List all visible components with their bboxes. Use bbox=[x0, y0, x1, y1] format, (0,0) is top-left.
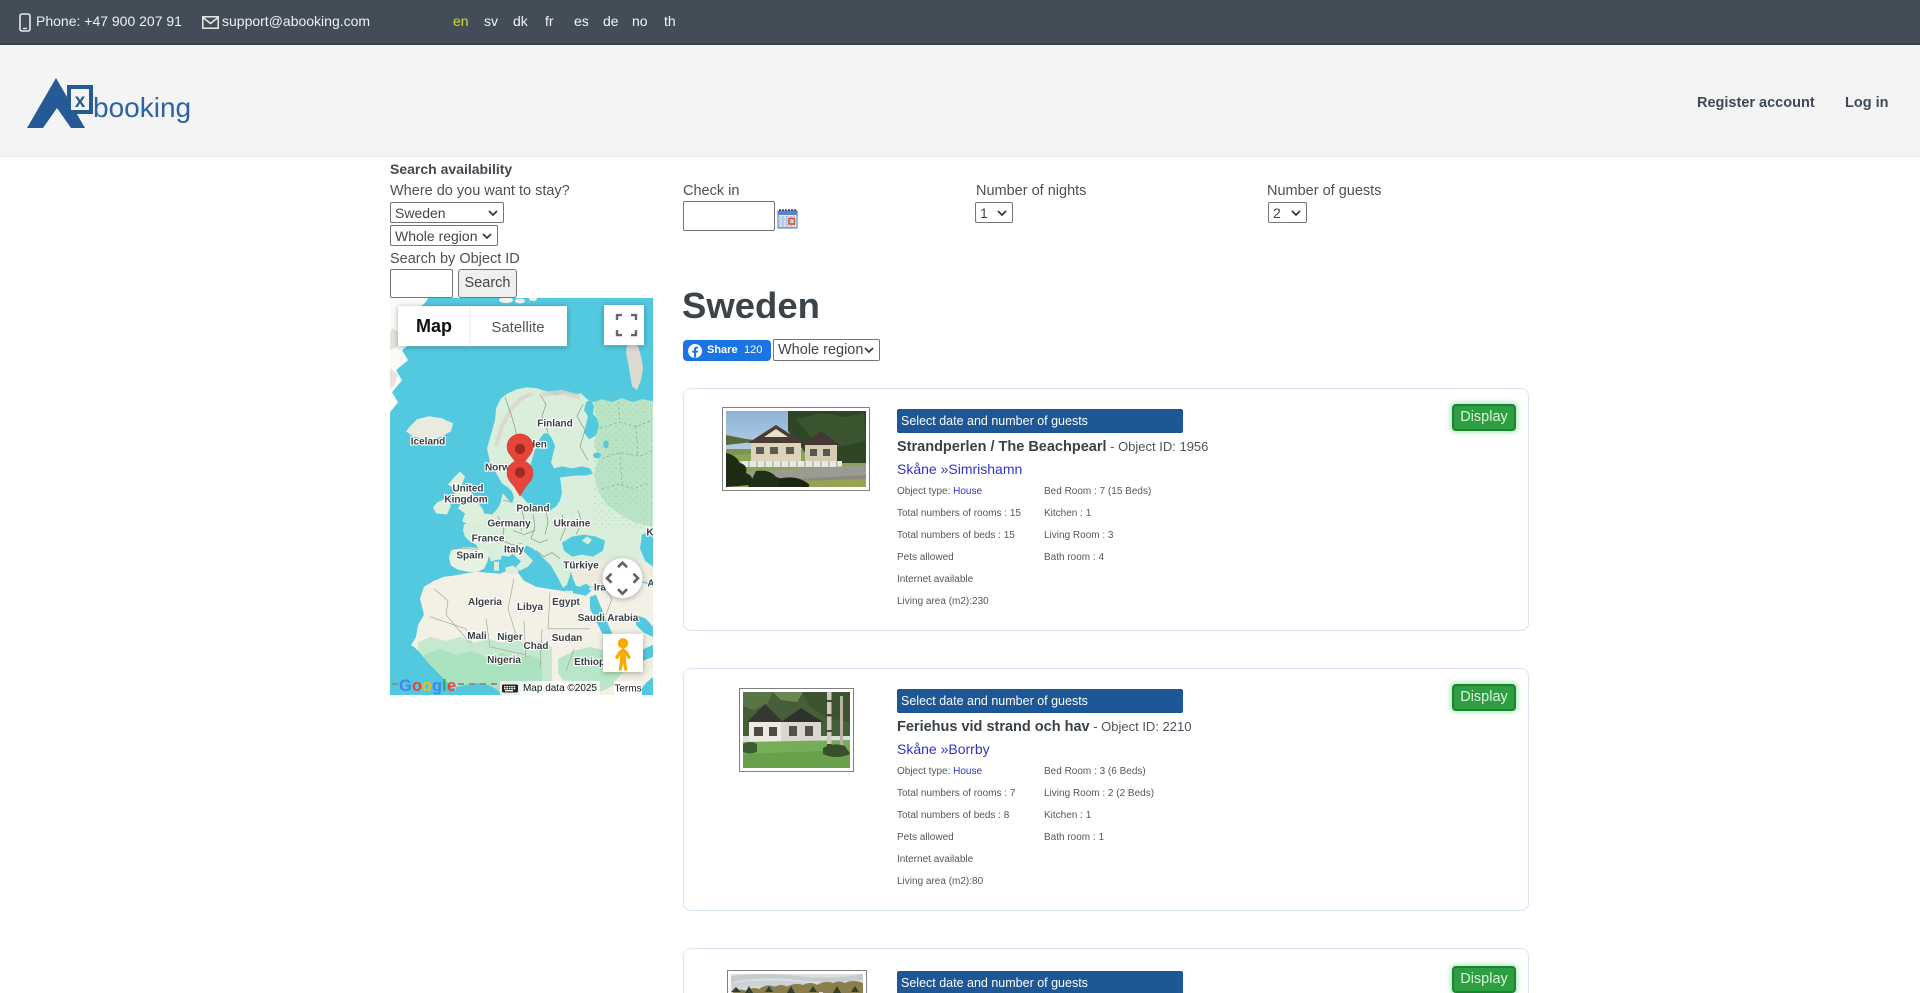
svg-text:Algeria: Algeria bbox=[468, 597, 502, 608]
svg-text:Egypt: Egypt bbox=[552, 597, 580, 608]
svg-text:Kingdom: Kingdom bbox=[444, 495, 487, 506]
svg-text:Iceland: Iceland bbox=[411, 436, 445, 447]
svg-text:Chad: Chad bbox=[524, 641, 549, 652]
svg-text:e: e bbox=[447, 676, 456, 695]
svg-text:A: A bbox=[647, 579, 653, 590]
svg-text:Satellite: Satellite bbox=[491, 319, 544, 336]
svg-text:Ukraine: Ukraine bbox=[554, 519, 591, 530]
svg-text:o: o bbox=[412, 676, 422, 695]
svg-text:Niger: Niger bbox=[497, 632, 523, 643]
svg-text:France: France bbox=[472, 534, 505, 545]
svg-text:Sudan: Sudan bbox=[552, 633, 583, 644]
svg-text:Finland: Finland bbox=[537, 418, 573, 429]
svg-text:Map: Map bbox=[416, 316, 452, 336]
svg-text:Spain: Spain bbox=[456, 551, 483, 562]
svg-text:Nigeria: Nigeria bbox=[487, 655, 521, 666]
svg-text:booking: booking bbox=[93, 92, 191, 123]
svg-text:United: United bbox=[452, 483, 483, 494]
svg-text:K: K bbox=[646, 528, 653, 539]
svg-text:Saudi Arabia: Saudi Arabia bbox=[578, 613, 639, 624]
svg-text:Türkiye: Türkiye bbox=[563, 561, 599, 572]
svg-text:G: G bbox=[399, 676, 412, 695]
svg-text:o: o bbox=[422, 676, 432, 695]
svg-text:Mali: Mali bbox=[467, 631, 487, 642]
svg-text:Map data ©2025: Map data ©2025 bbox=[523, 683, 597, 694]
svg-text:Italy: Italy bbox=[504, 545, 524, 556]
svg-text:x: x bbox=[75, 91, 86, 112]
svg-text:Libya: Libya bbox=[517, 602, 544, 613]
svg-text:l: l bbox=[442, 676, 447, 695]
svg-text:Terms: Terms bbox=[614, 683, 641, 694]
svg-text:g: g bbox=[432, 676, 442, 695]
svg-text:Poland: Poland bbox=[516, 504, 549, 515]
svg-text:Germany: Germany bbox=[487, 519, 531, 530]
